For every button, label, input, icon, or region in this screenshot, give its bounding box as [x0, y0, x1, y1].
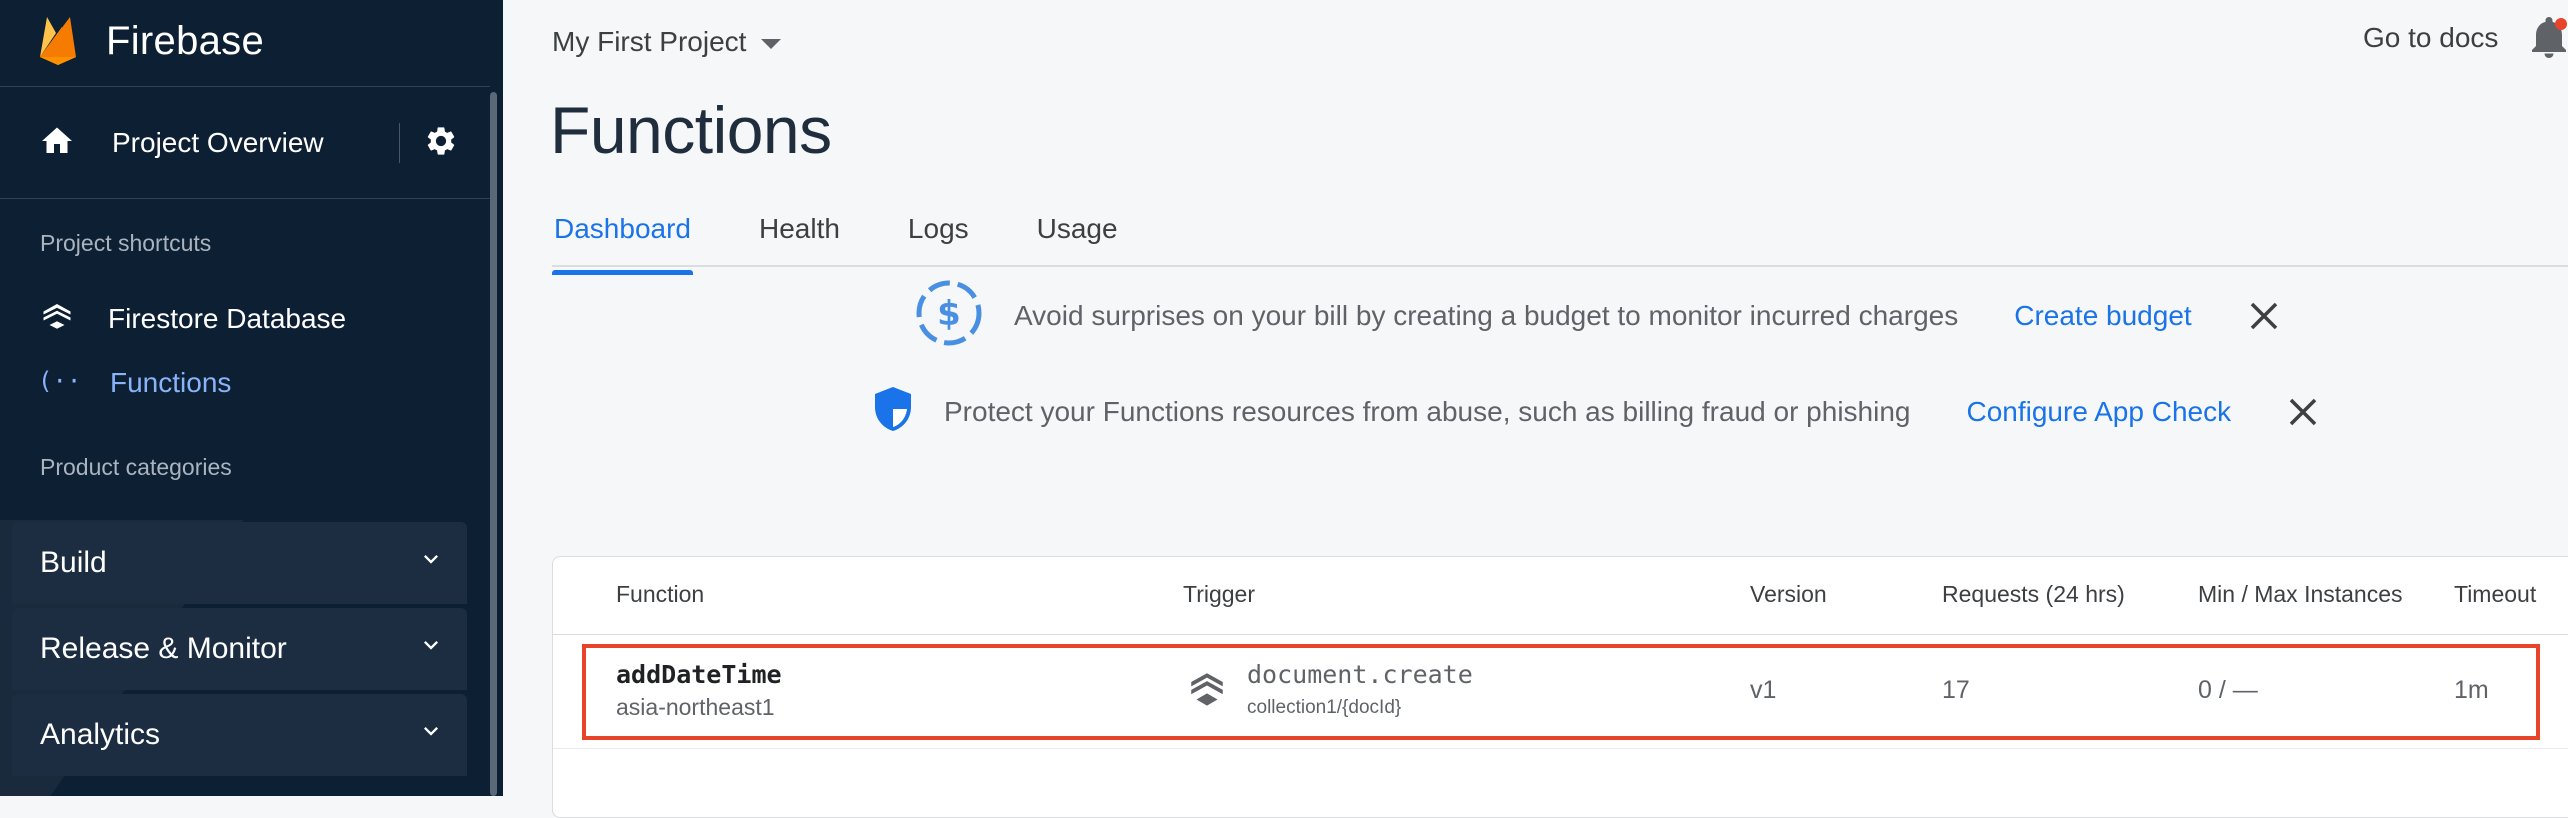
budget-icon: $ — [914, 278, 984, 355]
tab-usage[interactable]: Usage — [1035, 205, 1120, 267]
chevron-down-icon — [417, 717, 445, 753]
chevron-down-icon — [417, 631, 445, 667]
sidebar-divider — [0, 198, 490, 199]
banner-message: Protect your Functions resources from ab… — [944, 396, 1911, 427]
project-overview-item[interactable]: Project Overview — [38, 112, 458, 174]
brand-name: Firebase — [106, 18, 265, 63]
category-build[interactable]: Build — [12, 522, 467, 604]
overview-separator — [399, 123, 400, 163]
firebase-logo-icon — [38, 13, 78, 70]
column-header-function[interactable]: Function — [616, 581, 704, 608]
budget-banner: $ Avoid surprises on your bill by creati… — [914, 280, 2280, 350]
close-icon[interactable] — [2287, 396, 2319, 428]
sidebar-item-label: Firestore Database — [108, 303, 347, 334]
close-icon[interactable] — [2248, 300, 2280, 332]
project-name: My First Project — [552, 26, 747, 57]
sidebar: Firebase Project Overview Project shortc… — [0, 0, 503, 796]
function-timeout: 1m — [2454, 676, 2489, 704]
firebase-brand[interactable]: Firebase — [38, 10, 264, 72]
tab-logs[interactable]: Logs — [906, 205, 971, 267]
sidebar-item-label: Functions — [110, 367, 232, 398]
project-selector[interactable]: My First Project — [552, 20, 782, 64]
sidebar-item-firestore[interactable]: Firestore Database — [38, 292, 346, 346]
notifications-bell-icon[interactable] — [2530, 16, 2568, 67]
function-instances: 0 / — — [2198, 676, 2258, 704]
home-icon — [38, 123, 76, 164]
page-title: Functions — [550, 93, 832, 167]
tabs-underline — [552, 265, 2568, 267]
project-shortcuts-heading: Project shortcuts — [40, 230, 212, 256]
column-header-instances[interactable]: Min / Max Instances — [2198, 581, 2403, 608]
settings-gear-icon[interactable] — [424, 124, 458, 163]
column-header-version[interactable]: Version — [1750, 581, 1827, 608]
svg-text:$: $ — [937, 294, 961, 334]
tab-health[interactable]: Health — [757, 205, 842, 267]
category-analytics[interactable]: Analytics — [12, 694, 467, 776]
sidebar-divider — [0, 86, 490, 87]
trigger-event: document.create — [1247, 660, 1473, 689]
sidebar-item-functions[interactable]: (··) Functions — [38, 356, 231, 410]
configure-app-check-link[interactable]: Configure App Check — [1966, 396, 2231, 428]
functions-icon: (··) — [38, 362, 96, 405]
function-requests: 17 — [1942, 676, 1970, 704]
go-to-docs-link[interactable]: Go to docs — [2363, 22, 2498, 54]
firestore-trigger-icon — [1186, 668, 1228, 715]
column-header-requests[interactable]: Requests (24 hrs) — [1942, 581, 2125, 608]
category-label: Release & Monitor — [40, 632, 287, 665]
sidebar-scrollbar[interactable] — [490, 92, 497, 796]
shield-icon — [872, 385, 914, 440]
tab-bar: Dashboard Health Logs Usage — [552, 205, 1184, 275]
function-version: v1 — [1750, 676, 1777, 704]
tab-dashboard[interactable]: Dashboard — [552, 205, 693, 275]
create-budget-link[interactable]: Create budget — [2014, 300, 2191, 332]
chevron-down-icon — [417, 545, 445, 581]
table-row-divider — [553, 748, 2568, 749]
table-header-divider — [553, 634, 2568, 635]
function-region: asia-northeast1 — [616, 694, 775, 720]
function-name[interactable]: addDateTime — [616, 660, 782, 689]
svg-text:(··): (··) — [38, 367, 78, 395]
project-overview-label: Project Overview — [112, 127, 324, 158]
caret-down-icon — [746, 26, 782, 58]
product-categories-heading: Product categories — [40, 454, 232, 480]
category-release-monitor[interactable]: Release & Monitor — [12, 608, 467, 690]
column-header-timeout[interactable]: Timeout — [2454, 581, 2536, 608]
banner-message: Avoid surprises on your bill by creating… — [1014, 300, 1959, 331]
category-label: Build — [40, 546, 107, 579]
category-label: Analytics — [40, 718, 161, 751]
trigger-path: collection1/{docId} — [1247, 697, 1402, 718]
app-check-banner: Protect your Functions resources from ab… — [872, 384, 2319, 440]
column-header-trigger[interactable]: Trigger — [1183, 581, 1255, 608]
firestore-icon — [38, 298, 76, 341]
